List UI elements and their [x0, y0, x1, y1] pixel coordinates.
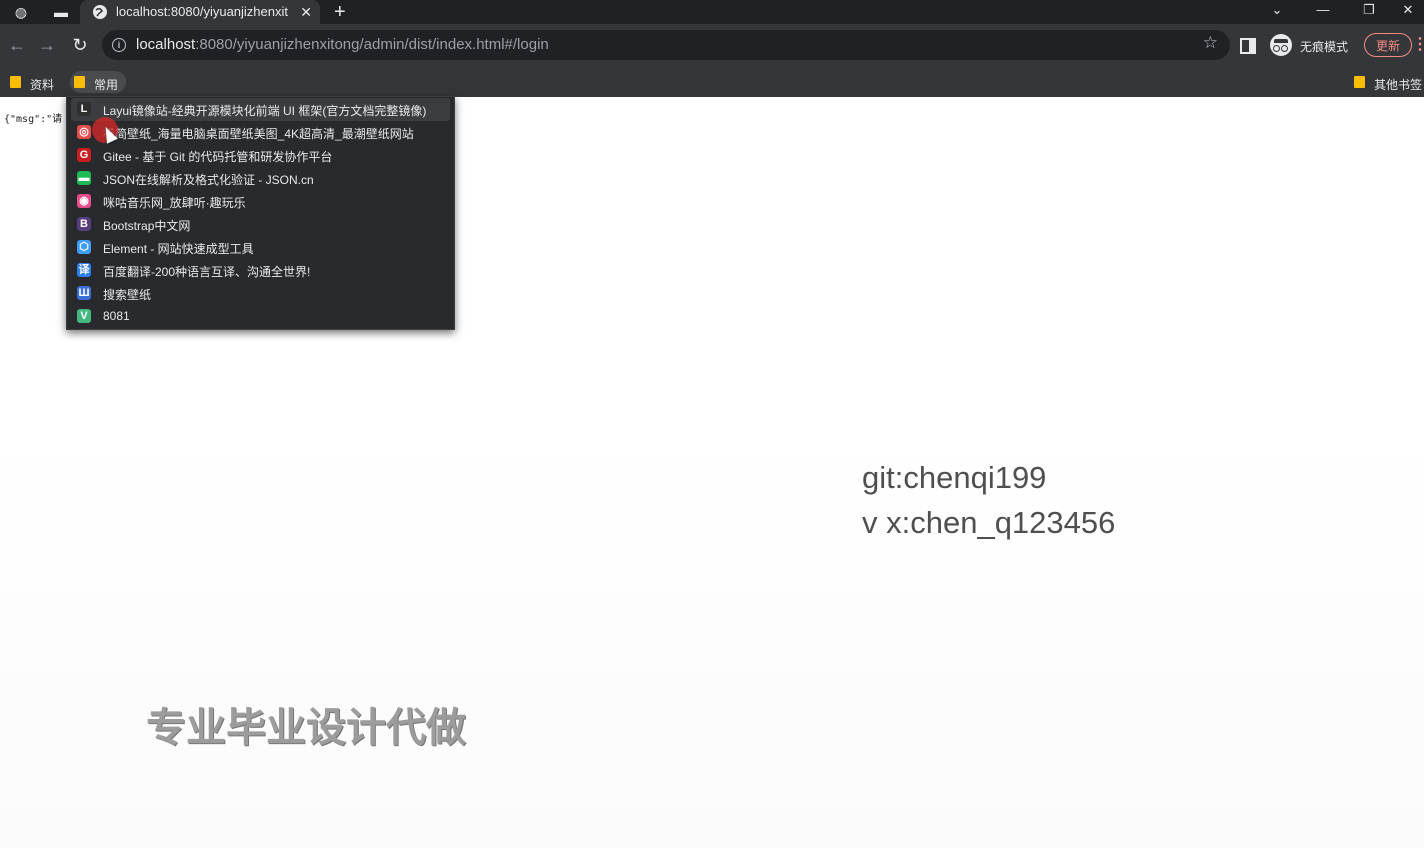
- new-tab-icon[interactable]: +: [334, 2, 346, 22]
- update-button[interactable]: 更新: [1364, 33, 1412, 57]
- tab-active[interactable]: localhost:8080/yiyuanjizhenxitong/admin/…: [80, 0, 320, 24]
- tab-title: localhost:8080/yiyuanjizhenxitong/admin/…: [116, 4, 288, 19]
- folder-icon: [74, 76, 85, 88]
- bookmark-menu-item[interactable]: L Layui镜像站-经典开源模块化前端 UI 框架(官方文档完整镜像): [71, 98, 450, 121]
- layui-icon: L: [77, 102, 91, 116]
- bookmark-folder-other[interactable]: 其他书签: [1350, 71, 1424, 93]
- wallpaper-icon: ◎: [77, 125, 91, 139]
- watermark-vx: v x:chen_q123456: [862, 505, 1116, 540]
- bookmark-menu-item[interactable]: G Gitee - 基于 Git 的代码托管和研发协作平台: [71, 144, 450, 167]
- incognito-label: 无痕模式: [1300, 40, 1349, 54]
- bookmark-folder-menu: L Layui镜像站-经典开源模块化前端 UI 框架(官方文档完整镜像) ◎ 极简壁纸…: [66, 96, 455, 330]
- bookmark-menu-item[interactable]: B Bootstrap中文网: [71, 213, 450, 236]
- bookmark-menu-item-label: 咪咕音乐网_放肆听·趣玩乐: [103, 196, 246, 210]
- close-icon[interactable]: ✕: [300, 3, 312, 21]
- bookmark-menu-item-label: Layui镜像站-经典开源模块化前端 UI 框架(官方文档完整镜像): [103, 104, 427, 118]
- bookmark-menu-item-label: 搜索壁纸: [103, 288, 152, 302]
- forward-icon[interactable]: →: [36, 34, 58, 56]
- json-response-text: {"msg":"请: [4, 114, 63, 125]
- address-bar[interactable]: i localhost:8080/yiyuanjizhenxitong/admi…: [102, 30, 1230, 60]
- bookmark-menu-item[interactable]: ◉ 咪咕音乐网_放肆听·趣玩乐: [71, 190, 450, 213]
- bookmark-menu-item[interactable]: ◎ 极简壁纸_海量电脑桌面壁纸美图_4K超高清_最潮壁纸网站: [71, 121, 450, 144]
- bookmark-menu-item-label: Element - 网站快速成型工具: [103, 242, 254, 256]
- window-close-icon[interactable]: ✕: [1392, 0, 1424, 24]
- site-info-icon[interactable]: i: [112, 38, 126, 52]
- bookmark-menu-item-label: 百度翻译-200种语言互译、沟通全世界!: [103, 265, 311, 279]
- folder-icon: [1354, 76, 1365, 88]
- gitee-icon: G: [77, 148, 91, 162]
- tab-group-icon[interactable]: ▬: [52, 3, 70, 21]
- chevron-down-icon[interactable]: ⌄: [1254, 0, 1300, 24]
- bookmark-menu-item[interactable]: ⬡ Element - 网站快速成型工具: [71, 236, 450, 259]
- reload-icon[interactable]: ↻: [69, 34, 91, 56]
- bookmark-menu-item-label: 8081: [103, 309, 130, 323]
- bootstrap-icon: B: [77, 217, 91, 231]
- bookmark-menu-item[interactable]: V 8081: [71, 305, 450, 328]
- globe-icon: [92, 4, 108, 20]
- menu-icon[interactable]: ⋮: [1412, 34, 1424, 54]
- element-icon: ⬡: [77, 240, 91, 254]
- bookmarks-bar: 资料 常用 其他书签: [0, 66, 1424, 97]
- tab-strip: ◍ ▬ localhost:8080/yiyuanjizhenxitong/ad…: [0, 0, 1424, 24]
- search-wallpaper-icon: Ш: [77, 286, 91, 300]
- bookmark-menu-item[interactable]: ▬ JSON在线解析及格式化验证 - JSON.cn: [71, 167, 450, 190]
- bookmark-menu-item[interactable]: Ш 搜索壁纸: [71, 282, 450, 305]
- bookmark-folder-changyong[interactable]: 常用: [70, 71, 126, 93]
- bookmark-menu-item-label: JSON在线解析及格式化验证 - JSON.cn: [103, 173, 314, 187]
- bookmark-folder-ziliao[interactable]: 资料: [6, 71, 62, 93]
- bookmark-menu-item-label: Bootstrap中文网: [103, 219, 191, 233]
- watermark-git: git:chenqi199: [862, 460, 1047, 495]
- baidu-translate-icon: 译: [77, 263, 91, 277]
- bookmark-star-icon[interactable]: ☆: [1203, 33, 1218, 53]
- bookmark-menu-item-label: 极简壁纸_海量电脑桌面壁纸美图_4K超高清_最潮壁纸网站: [103, 127, 414, 141]
- url-text[interactable]: localhost:8080/yiyuanjizhenxitong/admin/…: [136, 36, 549, 53]
- watermark-cn: 专业毕业设计代做: [146, 705, 466, 751]
- vue-icon: V: [77, 309, 91, 323]
- folder-icon: [10, 76, 21, 88]
- restore-icon[interactable]: ❐: [1346, 0, 1392, 24]
- toolbar: ← → ↻ i localhost:8080/yiyuanjizhenxiton…: [0, 24, 1424, 66]
- side-panel-icon[interactable]: [1240, 38, 1256, 54]
- migu-icon: ◉: [77, 194, 91, 208]
- bookmark-menu-item-label: Gitee - 基于 Git 的代码托管和研发协作平台: [103, 150, 333, 164]
- minimize-icon[interactable]: —: [1300, 0, 1346, 24]
- incognito-icon[interactable]: [1270, 34, 1292, 56]
- faint-background-video: [0, 430, 1424, 848]
- back-icon[interactable]: ←: [6, 34, 28, 56]
- bookmark-menu-item[interactable]: 译百度翻译-200种语言互译、沟通全世界!: [71, 259, 450, 282]
- tab-search-icon[interactable]: ◍: [12, 3, 30, 21]
- json-icon: ▬: [77, 171, 91, 185]
